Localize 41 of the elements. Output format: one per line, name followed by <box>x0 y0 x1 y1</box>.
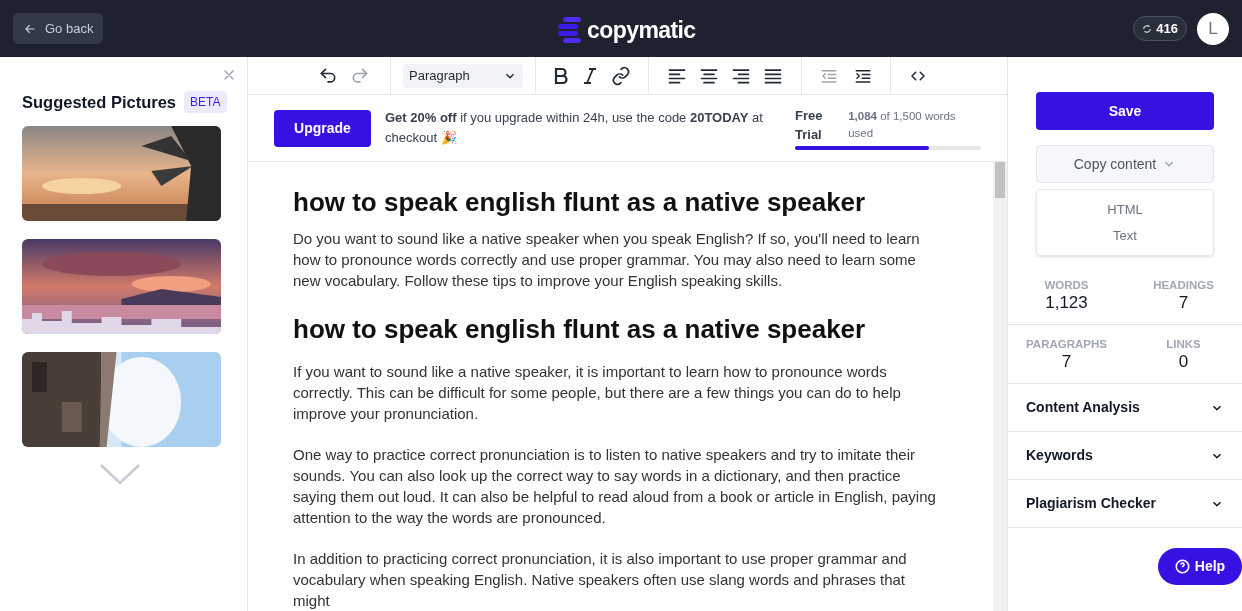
document-paragraph: Do you want to sound like a native speaker when you speak English? If so, you'll need to learn how to pronounce words correctly and use proper grammar. You may also need to learn some new vocabulary. Follow these tips to improve your English speaking skills. <box>293 229 921 291</box>
scrollbar[interactable] <box>993 162 1007 611</box>
help-button[interactable]: Help <box>1158 548 1242 585</box>
bold-icon[interactable] <box>553 66 569 85</box>
sidebar-title: Suggested Pictures <box>22 92 177 113</box>
document-heading: how to speak english flunt as a native speaker <box>293 313 867 346</box>
accordion-header[interactable]: Content Analysis <box>1008 384 1242 432</box>
plan-label: Free Trial <box>795 107 824 144</box>
document-paragraph: In addition to practicing correct pronunciation, it is also important to use proper grammar and vocabulary when speaking English. Native speakers often use slang words and phrases that might <box>293 549 908 611</box>
stat-label: HEADINGS <box>1153 278 1214 292</box>
logo-text: copymatic <box>587 16 696 45</box>
stat-value: 7 <box>1061 351 1072 373</box>
stat-value: 1,123 <box>1045 292 1088 314</box>
stat-label: WORDS <box>1044 278 1089 292</box>
document-paragraph: One way to practice correct pronunciation is to listen to native speakers and try to imitate their sounds. You can also look up the correct way to say words in a dictionary, and then practice saying them out loud. It can also be helpful to read aloud from a book or article in English, paying attention to the way the words are pronounced. <box>293 445 937 528</box>
menu-item[interactable]: Text <box>1113 226 1137 246</box>
refresh-icon <box>1142 23 1153 34</box>
block-format-dropdown[interactable]: Paragraph <box>403 63 523 88</box>
beta-badge: BETA <box>184 91 227 114</box>
accordion-header[interactable]: Keywords <box>1008 432 1242 480</box>
credits-badge: 416 <box>1133 16 1187 41</box>
stat-value: 7 <box>1178 292 1189 314</box>
avatar[interactable]: L <box>1197 12 1229 45</box>
accordion-header[interactable]: Plagiarism Checker <box>1008 480 1242 528</box>
words-usage: 1,084 of 1,500 words used <box>848 109 957 141</box>
copy-content-button[interactable]: Copy content <box>1036 145 1214 183</box>
help-icon <box>1174 559 1190 574</box>
upgrade-button[interactable]: Upgrade <box>274 109 371 147</box>
logo-icon <box>557 16 583 45</box>
save-button[interactable]: Save <box>1036 92 1214 130</box>
stat-value: 0 <box>1178 351 1189 373</box>
promo-message: Get 20% off if you upgrade within 24h, use the code 20TODAY at checkout 🎉 <box>385 109 764 147</box>
menu-item[interactable]: HTML <box>1107 199 1143 219</box>
document-paragraph: If you want to sound like a native speaker, it is important to learn how to pronounce words correctly. This can be difficult for some people, but there are a few things you can do to help improve your pronunciation. <box>293 362 902 424</box>
undo-icon[interactable] <box>318 65 338 86</box>
stat-label: PARAGRAPHS <box>1026 337 1107 351</box>
document-heading: how to speak english flunt as a native speaker <box>293 186 867 219</box>
italic-icon[interactable] <box>583 66 597 85</box>
stat-label: LINKS <box>1166 337 1201 351</box>
link-icon[interactable] <box>611 65 631 86</box>
go-back-button[interactable]: Go back <box>13 13 104 44</box>
